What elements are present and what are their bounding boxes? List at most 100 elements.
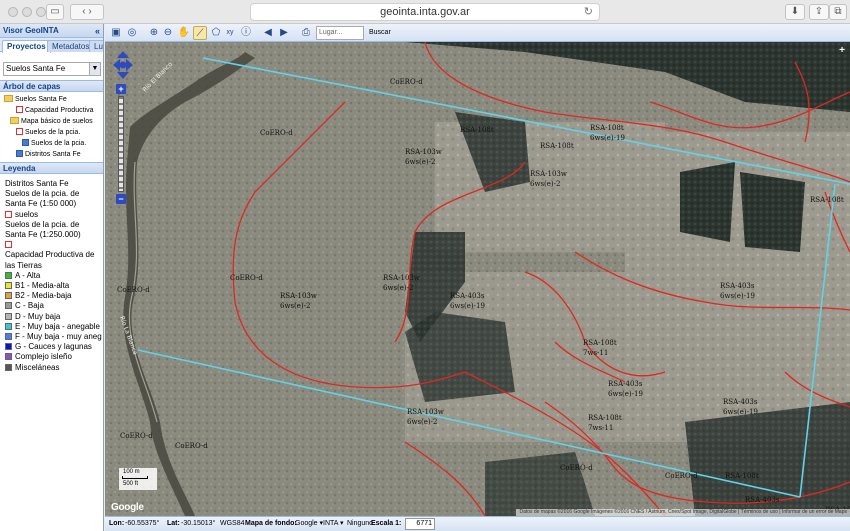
close-window-button[interactable]: [8, 7, 18, 17]
checkbox-unchecked[interactable]: [16, 128, 23, 135]
zoom-track[interactable]: [118, 96, 124, 192]
tabs-overview-icon[interactable]: ⧉: [829, 4, 847, 20]
browser-window: ▭ ‹ › geointa.inta.gov.ar ↻ ⬇ ⇪ ⧉ Visor …: [0, 0, 850, 531]
sidebar-toggle-icon[interactable]: ▭: [46, 4, 64, 20]
share-icon[interactable]: ⇪: [809, 4, 829, 20]
next-view-icon[interactable]: ▶: [277, 26, 291, 40]
full-extent-icon[interactable]: ◎: [125, 26, 139, 40]
map-view[interactable]: ▣◎ ⊕⊖✋⟋⬠xyⓘ ◀▶ ⎙ Lugar... Buscar: [105, 24, 850, 516]
map-attribution[interactable]: Datos de mapas ©2016 Google Imágenes ©20…: [516, 509, 850, 516]
layer-tree-label: Mapa básico de suelos: [21, 118, 93, 125]
legend-label: Suelos de la pcia. de: [5, 219, 80, 229]
map-soil-label: RSA-108t: [810, 196, 844, 204]
layer-tree-label: Suelos de la pcia.: [25, 129, 81, 136]
legend-item: D - Muy baja: [5, 312, 60, 322]
coordinates-icon[interactable]: xy: [223, 26, 237, 40]
address-bar[interactable]: geointa.inta.gov.ar ↻: [250, 3, 600, 21]
checkbox-unchecked[interactable]: [16, 106, 23, 113]
minimize-window-button[interactable]: [22, 7, 32, 17]
legend-swatch: [5, 363, 12, 371]
scale-metric: 100 m: [123, 469, 140, 475]
zoom-in-icon[interactable]: ⊕: [147, 26, 161, 40]
map-soil-label: CoERO-d: [117, 286, 150, 294]
layer-tree-item[interactable]: Distritos Santa Fe: [16, 149, 81, 160]
map-soil-label: 6ws(e)-2: [405, 158, 435, 166]
zoom-out-button[interactable]: −: [116, 194, 126, 204]
checkbox-checked[interactable]: [16, 150, 23, 157]
scale-input[interactable]: 6771: [405, 518, 435, 530]
expand-map-icon[interactable]: +: [839, 45, 845, 56]
map-soil-label: CoERO-d: [560, 464, 593, 472]
legend-swatch: [5, 302, 12, 310]
measure-distance-icon[interactable]: ⟋: [193, 26, 207, 40]
pan-hand-icon[interactable]: ✋: [177, 26, 191, 40]
layer-tree-item[interactable]: Mapa básico de suelos: [10, 116, 93, 127]
project-select[interactable]: Suelos Santa Fe ▼: [3, 62, 101, 76]
legend-item: B1 - Media-alta: [5, 281, 69, 291]
zoom-slider[interactable]: + −: [116, 84, 126, 204]
scale-label: Escala 1:: [371, 520, 402, 527]
map-soil-label: 6ws(e)-2: [407, 418, 437, 426]
print-icon[interactable]: ⎙: [299, 26, 313, 40]
layer-tree-item[interactable]: Capacidad Productiva: [16, 105, 94, 116]
basemap-google-option[interactable]: Google ▾: [295, 517, 323, 531]
zoom-window-button[interactable]: [36, 7, 46, 17]
legend-swatch: [5, 210, 12, 218]
collapse-panel-icon[interactable]: «: [95, 24, 100, 38]
measure-area-icon[interactable]: ⬠: [209, 26, 223, 40]
status-bar: Lon: -60.55375° Lat: -30.15013° WGS84 Ma…: [105, 516, 850, 531]
map-soil-label: CoERO-d: [120, 432, 153, 440]
legend-swatch: [5, 322, 12, 330]
legend-label: Suelos de la pcia. de: [5, 189, 80, 199]
zoom-in-button[interactable]: +: [116, 84, 126, 94]
new-map-icon[interactable]: ▣: [109, 26, 123, 40]
zoom-out-icon[interactable]: ⊖: [161, 26, 175, 40]
legend-item: Suelos de la pcia. de: [5, 189, 79, 199]
tab-lugares[interactable]: Lu: [89, 40, 103, 52]
place-search-input[interactable]: Lugar...: [316, 26, 364, 40]
map-soil-label: CoERO-d: [175, 442, 208, 450]
map-soil-label: CoERO-d: [230, 274, 263, 282]
legend-item: Suelos de la pcia. de: [5, 220, 79, 230]
checkbox-checked[interactable]: [22, 139, 29, 146]
legend-label: D - Muy baja: [15, 311, 61, 321]
layer-tree-item[interactable]: Suelos de la pcia.: [16, 127, 80, 138]
basemap-none-option[interactable]: Ninguno: [347, 517, 373, 531]
map-soil-label: 6ws(e)-19: [608, 390, 643, 398]
info-icon[interactable]: ⓘ: [239, 26, 253, 40]
legend-label: A - Alta: [15, 270, 41, 280]
url-text: geointa.inta.gov.ar: [380, 6, 470, 18]
folder-icon[interactable]: [10, 117, 19, 124]
search-button[interactable]: Buscar: [369, 27, 391, 39]
map-soil-label: RSA-403s: [450, 292, 485, 300]
reload-icon[interactable]: ↻: [584, 4, 593, 20]
legend-item: Complejo isleño: [5, 352, 72, 362]
map-soil-label: 6ws(e)-19: [720, 292, 755, 300]
layer-tree-item[interactable]: Suelos Santa Fe: [4, 94, 67, 105]
legend-swatch: [5, 271, 12, 279]
tab-proyectos[interactable]: Proyectos: [2, 40, 51, 53]
folder-icon[interactable]: [4, 95, 13, 102]
legend-item: E - Muy baja - anegable: [5, 322, 100, 332]
map-soil-label: 6ws(e)-2: [530, 180, 560, 188]
basemap-inta-option[interactable]: INTA ▾: [323, 517, 344, 531]
back-forward-buttons[interactable]: ‹ ›: [70, 4, 104, 20]
legend-swatch: [5, 312, 12, 320]
layer-tree-item[interactable]: Suelos de la pcia.: [22, 138, 86, 149]
tab-metadatos[interactable]: Metadatos: [47, 40, 95, 52]
map-soil-label: RSA-403s: [745, 496, 780, 504]
legend-item: C - Baja: [5, 301, 44, 311]
legend-label: suelos: [15, 209, 39, 219]
pan-control-icon[interactable]: [113, 51, 133, 79]
map-soil-label: 7ws-11: [583, 349, 608, 357]
legend-label: G - Cauces y lagunas: [15, 342, 92, 352]
basemap-label: Mapa de fondo:: [245, 520, 297, 527]
satellite-imagery[interactable]: Río El Blanco CoERO-dCoERO-d RSA-108tRSA-1…: [105, 42, 850, 516]
legend-label: Santa Fe (1:50 000): [5, 199, 77, 209]
scale-bar: 100 m 500 ft: [119, 468, 157, 490]
legend-label: Santa Fe (1:250.000): [5, 230, 81, 239]
layer-tree-label: Distritos Santa Fe: [25, 151, 81, 158]
legend-swatch: [5, 292, 12, 300]
download-icon[interactable]: ⬇: [785, 4, 805, 20]
previous-view-icon[interactable]: ◀: [261, 26, 275, 40]
